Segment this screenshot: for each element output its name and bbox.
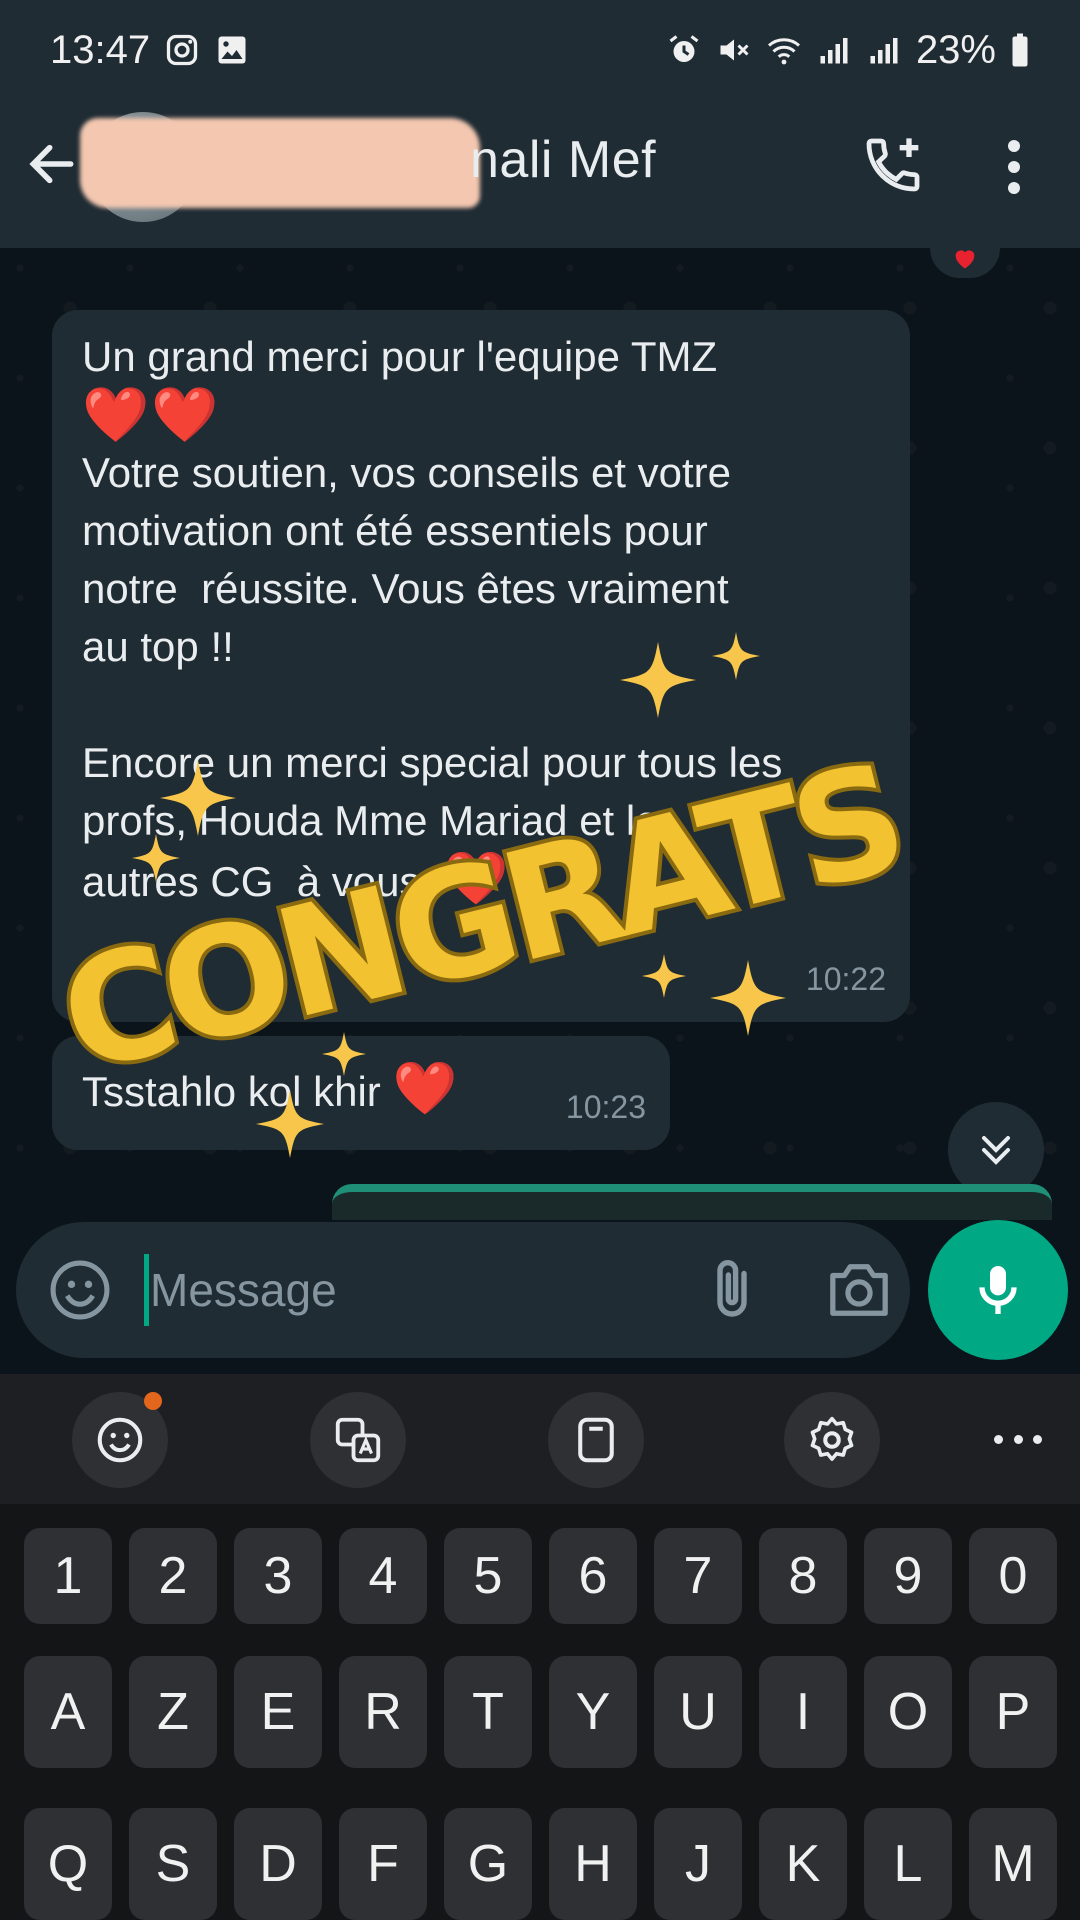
battery-icon <box>1010 32 1030 68</box>
key[interactable]: 5 <box>444 1528 532 1624</box>
key[interactable]: 8 <box>759 1528 847 1624</box>
alarm-icon <box>666 32 702 68</box>
key[interactable]: D <box>234 1808 322 1920</box>
message-input[interactable] <box>150 1252 530 1328</box>
key[interactable]: F <box>339 1808 427 1920</box>
settings-icon <box>810 1416 854 1461</box>
key[interactable]: L <box>864 1808 952 1920</box>
key[interactable]: T <box>444 1656 532 1768</box>
battery-percent: 23% <box>915 27 996 72</box>
emoji-icon <box>97 1417 143 1463</box>
add-call-icon[interactable] <box>858 130 928 200</box>
mic-button[interactable] <box>928 1220 1068 1360</box>
key[interactable]: J <box>654 1808 742 1920</box>
keyboard-toolbar <box>0 1374 1080 1504</box>
key[interactable]: E <box>234 1656 322 1768</box>
name-redaction <box>80 118 480 208</box>
congrats-sticker[interactable]: CONGRATS <box>41 632 919 1158</box>
status-time: 13:47 <box>50 27 151 72</box>
key[interactable]: 9 <box>864 1528 952 1624</box>
next-message-peek <box>332 1184 1052 1220</box>
key[interactable]: H <box>549 1808 637 1920</box>
notification-dot <box>144 1392 162 1410</box>
signal-icon <box>816 32 852 68</box>
reaction-heart-icon[interactable] <box>930 248 1000 278</box>
status-bar: 13:47 23% <box>0 0 1080 100</box>
heart-emoji: ❤️❤️ <box>82 385 221 445</box>
translate-icon <box>335 1417 381 1463</box>
clipboard-icon <box>578 1417 614 1463</box>
keyboard-settings-button[interactable] <box>784 1392 880 1488</box>
message-composer <box>16 1222 910 1358</box>
key[interactable]: G <box>444 1808 532 1920</box>
instagram-icon <box>164 32 200 68</box>
contact-name[interactable]: nali Mef <box>470 130 656 190</box>
mic-icon <box>979 1266 1017 1314</box>
key[interactable]: Y <box>549 1656 637 1768</box>
signal-icon <box>866 32 902 68</box>
image-icon <box>214 32 250 68</box>
key[interactable]: 1 <box>24 1528 112 1624</box>
message-text: Un grand merci pour l'equipe TMZ <box>82 333 718 380</box>
keyboard-emoji-button[interactable] <box>72 1392 168 1488</box>
key[interactable]: 7 <box>654 1528 742 1624</box>
keyboard: 1 2 3 4 5 6 7 8 9 0 A Z E R T Y U I O P … <box>0 1504 1080 1920</box>
chat-area: Un grand merci pour l'equipe TMZ ❤️❤️ Vo… <box>0 248 1080 1220</box>
key[interactable]: A <box>24 1656 112 1768</box>
key[interactable]: Q <box>24 1808 112 1920</box>
key[interactable]: M <box>969 1808 1057 1920</box>
key[interactable]: R <box>339 1656 427 1768</box>
key[interactable]: O <box>864 1656 952 1768</box>
more-vert-icon[interactable] <box>994 132 1034 202</box>
key[interactable]: 3 <box>234 1528 322 1624</box>
key[interactable]: 0 <box>969 1528 1057 1624</box>
camera-icon[interactable] <box>824 1258 894 1322</box>
key[interactable]: U <box>654 1656 742 1768</box>
sparkle-icon <box>710 960 786 1036</box>
emoji-icon[interactable] <box>46 1256 114 1324</box>
clipboard-button[interactable] <box>548 1392 644 1488</box>
key[interactable]: 6 <box>549 1528 637 1624</box>
key[interactable]: 4 <box>339 1528 427 1624</box>
attach-icon[interactable] <box>696 1254 768 1326</box>
wifi-icon <box>766 32 802 68</box>
chat-header: nali Mef <box>0 100 1080 248</box>
key[interactable]: 2 <box>129 1528 217 1624</box>
key[interactable]: I <box>759 1656 847 1768</box>
key[interactable]: Z <box>129 1656 217 1768</box>
back-arrow-icon[interactable] <box>22 134 82 194</box>
message-time: 10:22 <box>805 961 886 997</box>
key[interactable]: S <box>129 1808 217 1920</box>
key[interactable]: P <box>969 1656 1057 1768</box>
key[interactable]: K <box>759 1808 847 1920</box>
mute-icon <box>716 32 752 68</box>
text-cursor <box>144 1254 149 1326</box>
more-icon[interactable] <box>988 1414 1048 1464</box>
translate-button[interactable] <box>310 1392 406 1488</box>
